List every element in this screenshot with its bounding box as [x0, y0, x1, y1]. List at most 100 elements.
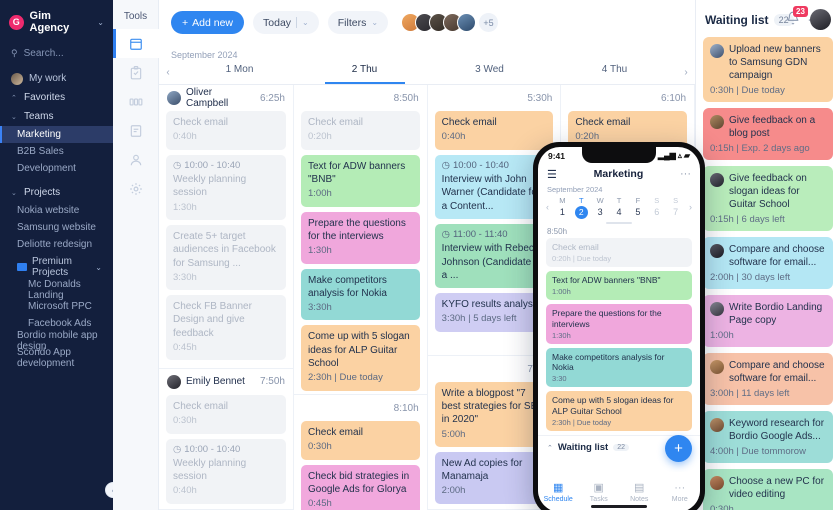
sidebar-item-mc-donalds-landing[interactable]: Mc Donalds Landing — [0, 279, 113, 301]
task-card[interactable]: Make competitors analysis for Nokia 3:30… — [301, 268, 420, 321]
cell-header: 5:30h — [428, 85, 561, 111]
phone-day-1[interactable]: M1 — [553, 195, 572, 219]
calendar-icon — [130, 38, 142, 50]
day-tab-1-mon[interactable]: 1 Mon — [177, 61, 302, 84]
waiting-list-item[interactable]: Upload new banners to Samsung GDN campai… — [703, 37, 833, 102]
board-row-emily: Emily Bennet 7:50h Check email 0:30h ◷ 10… — [159, 369, 293, 510]
phone-notch — [582, 147, 656, 163]
sidebar-item-deliotte-redesign[interactable]: Deliotte redesign — [0, 236, 113, 253]
prev-day-button[interactable]: ‹ — [159, 61, 177, 84]
sidebar-section-teams[interactable]: ⌄ Teams — [0, 107, 113, 126]
phone-card-list: Check email 0:20h | Due today Text for A… — [538, 238, 700, 431]
waiting-list-item[interactable]: Choose a new PC for video editing 0:30h — [703, 469, 833, 510]
task-card[interactable]: Create 5+ target audiences in Facebook f… — [166, 225, 286, 291]
phone-day-4[interactable]: T4 — [610, 195, 629, 219]
sidebar-item-nokia-website[interactable]: Nokia website — [0, 202, 113, 219]
phone-day-3[interactable]: W3 — [591, 195, 610, 219]
sidebar-item-b2b-sales[interactable]: B2B Sales — [0, 143, 113, 160]
task-card[interactable]: Check email 0:40h — [166, 111, 286, 150]
phone-drag-handle[interactable] — [606, 222, 632, 224]
avatar — [710, 44, 724, 58]
phone-task-card[interactable]: Text for ADW banners "BNB" 1:00h — [546, 270, 692, 300]
task-card[interactable]: Check email 0:20h — [301, 111, 420, 150]
notifications-button[interactable]: 23 — [786, 6, 808, 28]
waiting-list-item[interactable]: Give feedback on a blog post 0:15h | Exp… — [703, 108, 833, 160]
member-avatars[interactable]: +5 — [401, 13, 499, 32]
phone-day-7[interactable]: S7 — [666, 195, 685, 219]
phone-task-card[interactable]: Make competitors analysis for Nokia 3:30 — [546, 347, 692, 388]
task-title: Make competitors analysis for Nokia — [552, 351, 665, 373]
waiting-list-item[interactable]: Write Bordio Landing Page copy 1:00h — [703, 295, 833, 347]
sidebar-item-label: Samsung website — [17, 222, 96, 233]
task-card[interactable]: Check email 0:30h — [166, 394, 286, 434]
phone-task-card[interactable]: Prepare the questions for the interviews… — [546, 303, 692, 344]
rail-item-tasks[interactable] — [113, 58, 159, 87]
phone-nav-bar: ☰ Marketing ··· — [538, 164, 700, 184]
phone-day-2[interactable]: T2 — [572, 195, 591, 219]
rail-item-notes[interactable] — [113, 116, 159, 145]
task-card[interactable]: Check bid strategies in Google Ads for G… — [301, 464, 420, 510]
phone-day-5[interactable]: F5 — [628, 195, 647, 219]
waiting-list-item[interactable]: Compare and choose software for email...… — [703, 237, 833, 289]
avatar — [710, 302, 724, 316]
sidebar-folder-premium-projects[interactable]: Premium Projects ⌄ — [0, 253, 113, 281]
user-avatar[interactable] — [810, 9, 831, 30]
phone-tab-more[interactable]: ··· More — [660, 472, 701, 510]
phone-next-week-button[interactable]: › — [685, 202, 696, 212]
sidebar-item-samsung-website[interactable]: Samsung website — [0, 219, 113, 236]
task-title: Text for ADW banners "BNB" — [308, 160, 406, 185]
hamburger-icon[interactable]: ☰ — [547, 168, 557, 181]
rail-item-board[interactable] — [113, 87, 159, 116]
row-header-oliver[interactable]: Oliver Campbell 6:25h — [159, 85, 293, 111]
waiting-list-item[interactable]: Give feedback on slogan ideas for Guitar… — [703, 166, 833, 231]
sidebar-section-favorites[interactable]: ⌃ Favorites — [0, 88, 113, 107]
waiting-list-item[interactable]: Keyword research for Bordio Google Ads..… — [703, 411, 833, 463]
notification-badge: 23 — [793, 6, 808, 17]
sidebar-item-scondo-app-development[interactable]: Scondo App development — [0, 347, 113, 369]
sidebar-item-marketing[interactable]: Marketing — [0, 126, 113, 143]
waiting-list-item[interactable]: Compare and choose software for email...… — [703, 353, 833, 405]
phone-day-6[interactable]: S6 — [647, 195, 666, 219]
task-card[interactable]: ◷ 10:00 - 10:40 Weekly planning session 0… — [166, 438, 286, 504]
phone-add-button[interactable]: + — [665, 435, 692, 462]
phone-total-hours: 8:50h — [547, 227, 568, 236]
day-tab-2-thu[interactable]: 2 Thu — [302, 61, 427, 84]
cell-hours: 8:10h — [393, 402, 419, 414]
task-card[interactable]: Check email 0:40h — [434, 111, 554, 150]
sidebar-item-development[interactable]: Development — [0, 160, 113, 177]
next-day-button[interactable]: › — [677, 61, 695, 84]
more-icon[interactable]: ··· — [680, 168, 691, 180]
task-title: Prepare the questions for the interviews — [308, 217, 406, 242]
sidebar-item-microsoft-ppc[interactable]: Microsoft PPC — [0, 298, 113, 315]
sidebar-item-my-work[interactable]: My work — [0, 69, 113, 88]
task-card[interactable]: Check email 0:30h — [301, 421, 420, 460]
phone-task-card[interactable]: Check email 0:20h | Due today — [546, 238, 692, 267]
phone-prev-week-button[interactable]: ‹ — [542, 202, 553, 212]
sidebar-section-projects[interactable]: ⌄ Projects — [0, 183, 113, 202]
task-card[interactable]: Prepare the questions for the interviews… — [301, 211, 420, 264]
avatar-overflow-count[interactable]: +5 — [479, 13, 499, 32]
row-header-emily[interactable]: Emily Bennet 7:50h — [159, 369, 293, 395]
task-card[interactable]: Check FB Banner Design and give feedback… — [166, 295, 286, 361]
rail-item-calendar[interactable] — [113, 29, 159, 58]
task-card[interactable]: Text for ADW banners "BNB" 1:00h — [301, 154, 420, 207]
search-input[interactable]: ⚲ Search... — [0, 46, 113, 69]
today-button[interactable]: Today ⌄ — [253, 11, 319, 34]
day-tab-4-thu[interactable]: 4 Thu — [552, 61, 677, 84]
phone-tab-schedule[interactable]: ▦ Schedule — [538, 472, 579, 510]
phone-task-card[interactable]: Come up with 5 slogan ideas for ALP Guit… — [546, 391, 692, 431]
day-tab-3-wed[interactable]: 3 Wed — [427, 61, 552, 84]
brand-switcher[interactable]: G Gim Agency ⌄ — [0, 0, 113, 46]
item-title: Compare and choose software for email... — [729, 244, 825, 268]
task-card[interactable]: Come up with 5 slogan ideas for ALP Guit… — [301, 325, 420, 391]
rail-item-settings[interactable] — [113, 174, 159, 203]
signal-icon: ▂▄▆ — [657, 151, 676, 160]
add-new-button[interactable]: + Add new — [171, 11, 245, 34]
clock-icon: ◷ — [173, 159, 182, 171]
task-card[interactable]: ◷ 10:00 - 10:40 Weekly planning session 1… — [166, 154, 286, 221]
section-label: Favorites — [24, 92, 66, 103]
rail-item-contacts[interactable] — [113, 145, 159, 174]
phone-waiting-title: Waiting list — [557, 442, 609, 453]
filters-button[interactable]: Filters ⌄ — [327, 11, 389, 34]
task-meta: 0:45h — [173, 341, 197, 353]
